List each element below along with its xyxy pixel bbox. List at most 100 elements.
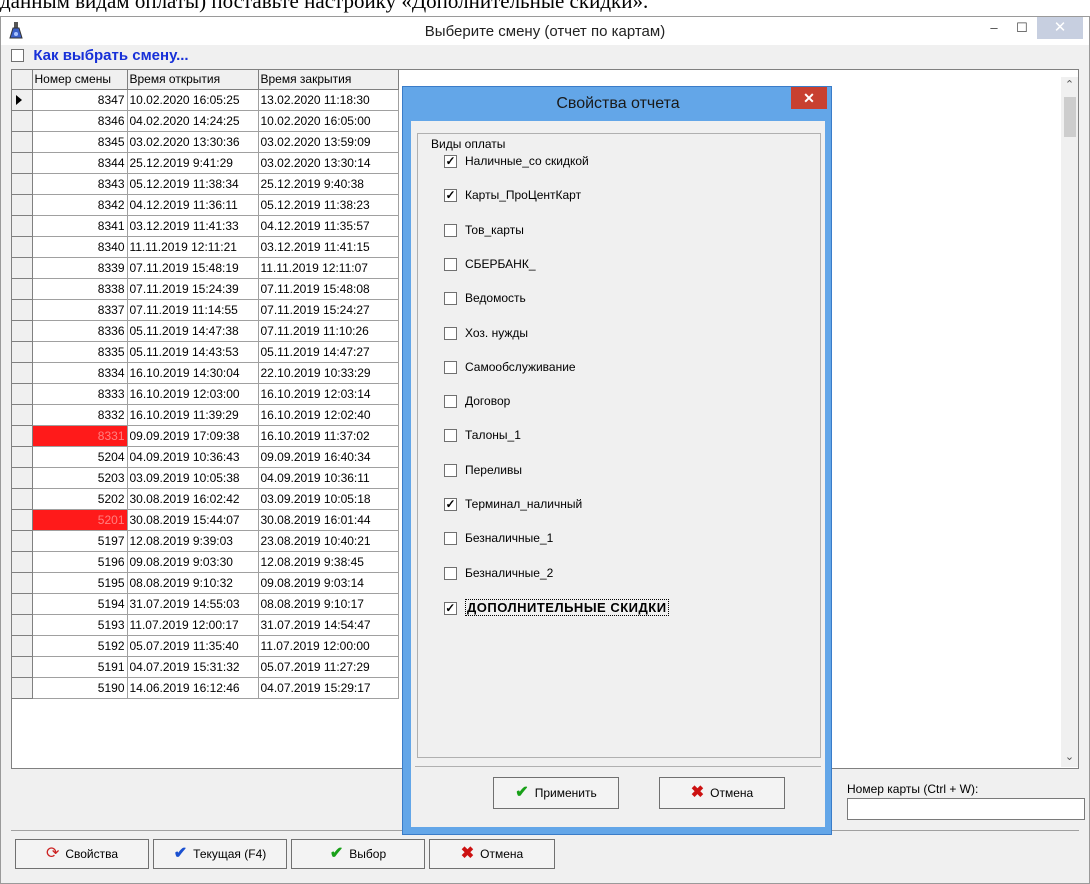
close-time-cell[interactable]: 25.12.2019 9:40:38 — [258, 173, 399, 195]
dialog-cancel-button[interactable]: ✖ Отмена — [659, 777, 785, 809]
shift-number-cell[interactable]: 5195 — [32, 572, 128, 594]
close-time-cell[interactable]: 09.08.2019 9:03:14 — [258, 572, 399, 594]
open-time-cell[interactable]: 03.12.2019 11:41:33 — [127, 215, 259, 237]
open-time-cell[interactable]: 16.10.2019 12:03:00 — [127, 383, 259, 405]
row-indicator[interactable] — [12, 488, 33, 510]
open-time-cell[interactable]: 07.11.2019 11:14:55 — [127, 299, 259, 321]
open-time-cell[interactable]: 31.07.2019 14:55:03 — [127, 593, 259, 615]
close-time-cell[interactable]: 04.09.2019 10:36:11 — [258, 467, 399, 489]
open-time-cell[interactable]: 04.09.2019 10:36:43 — [127, 446, 259, 468]
open-time-cell[interactable]: 09.08.2019 9:03:30 — [127, 551, 259, 573]
close-time-cell[interactable]: 07.11.2019 15:24:27 — [258, 299, 399, 321]
row-indicator[interactable] — [12, 89, 33, 111]
table-row[interactable]: 5192 05.07.2019 11:35:40 11.07.2019 12:00:… — [12, 635, 399, 657]
payment-type-option[interactable]: Самообслуживание — [444, 360, 576, 375]
table-row[interactable]: 5195 08.08.2019 9:10:32 09.08.2019 9:03:14 — [12, 572, 399, 594]
help-link[interactable]: Как выбрать смену... — [33, 47, 188, 64]
row-indicator[interactable] — [12, 467, 33, 489]
open-time-cell[interactable]: 16.10.2019 14:30:04 — [127, 362, 259, 384]
payment-type-option[interactable]: ✓ Терминал_наличный — [444, 497, 582, 512]
open-time-cell[interactable]: 30.08.2019 16:02:42 — [127, 488, 259, 510]
shift-number-cell[interactable]: 8336 — [32, 320, 128, 342]
scroll-down-arrow-icon[interactable]: ⌄ — [1061, 749, 1078, 766]
row-indicator[interactable] — [12, 320, 33, 342]
row-indicator[interactable] — [12, 551, 33, 573]
open-time-cell[interactable]: 05.12.2019 11:38:34 — [127, 173, 259, 195]
shift-number-cell[interactable]: 5204 — [32, 446, 128, 468]
payment-type-option[interactable]: Безналичные_2 — [444, 566, 553, 581]
payment-type-checkbox[interactable] — [444, 429, 457, 443]
open-time-cell[interactable]: 03.09.2019 10:05:38 — [127, 467, 259, 489]
table-row[interactable]: 5193 11.07.2019 12:00:17 31.07.2019 14:54:… — [12, 614, 399, 636]
table-row[interactable]: 5201 30.08.2019 15:44:07 30.08.2019 16:01:… — [12, 509, 399, 531]
properties-button[interactable]: ⟳ Свойства — [15, 839, 149, 869]
row-indicator[interactable] — [12, 194, 33, 216]
table-row[interactable]: 5196 09.08.2019 9:03:30 12.08.2019 9:38:45 — [12, 551, 399, 573]
open-time-cell[interactable]: 03.02.2020 13:30:36 — [127, 131, 259, 153]
row-indicator[interactable] — [12, 362, 33, 384]
payment-type-checkbox[interactable] — [444, 567, 457, 581]
row-indicator[interactable] — [12, 173, 33, 195]
apply-button[interactable]: ✔ Применить — [493, 777, 619, 809]
row-indicator[interactable] — [12, 635, 33, 657]
shift-number-cell[interactable]: 5202 — [32, 488, 128, 510]
open-time-cell[interactable]: 05.07.2019 11:35:40 — [127, 635, 259, 657]
shift-number-cell[interactable]: 8333 — [32, 383, 128, 405]
open-time-cell[interactable]: 12.08.2019 9:39:03 — [127, 530, 259, 552]
payment-type-checkbox[interactable] — [444, 327, 457, 341]
close-time-cell[interactable]: 04.07.2019 15:29:17 — [258, 677, 399, 699]
dialog-close-button[interactable]: ✕ — [791, 87, 827, 109]
table-row[interactable]: 8339 07.11.2019 15:48:19 11.11.2019 12:11:… — [12, 257, 399, 279]
close-time-cell[interactable]: 09.09.2019 16:40:34 — [258, 446, 399, 468]
grid-scrollbar[interactable]: ⌃ ⌄ — [1061, 77, 1078, 767]
shift-number-cell[interactable]: 8344 — [32, 152, 128, 174]
scroll-up-arrow-icon[interactable]: ⌃ — [1061, 77, 1078, 94]
payment-type-checkbox[interactable] — [444, 361, 457, 375]
shift-number-cell[interactable]: 8337 — [32, 299, 128, 321]
open-time-cell[interactable]: 07.11.2019 15:24:39 — [127, 278, 259, 300]
table-row[interactable]: 8336 05.11.2019 14:47:38 07.11.2019 11:10:… — [12, 320, 399, 342]
shift-number-cell[interactable]: 5197 — [32, 530, 128, 552]
table-row[interactable]: 5197 12.08.2019 9:39:03 23.08.2019 10:40:2… — [12, 530, 399, 552]
shift-number-cell[interactable]: 8341 — [32, 215, 128, 237]
open-time-cell[interactable]: 04.02.2020 14:24:25 — [127, 110, 259, 132]
payment-type-option[interactable]: Безналичные_1 — [444, 531, 553, 546]
close-time-cell[interactable]: 13.02.2020 11:18:30 — [258, 89, 399, 111]
table-row[interactable]: 8344 25.12.2019 9:41:29 03.02.2020 13:30:1… — [12, 152, 399, 174]
shift-number-cell[interactable]: 8346 — [32, 110, 128, 132]
row-indicator[interactable] — [12, 215, 33, 237]
table-row[interactable]: 8332 16.10.2019 11:39:29 16.10.2019 12:02:… — [12, 404, 399, 426]
open-time-cell[interactable]: 08.08.2019 9:10:32 — [127, 572, 259, 594]
payment-type-option[interactable]: Талоны_1 — [444, 428, 521, 443]
row-indicator[interactable] — [12, 110, 33, 132]
shift-number-cell[interactable]: 5201 — [32, 509, 128, 531]
open-time-cell[interactable]: 16.10.2019 11:39:29 — [127, 404, 259, 426]
table-row[interactable]: 8341 03.12.2019 11:41:33 04.12.2019 11:35:… — [12, 215, 399, 237]
close-time-cell[interactable]: 05.12.2019 11:38:23 — [258, 194, 399, 216]
open-time-cell[interactable]: 11.07.2019 12:00:17 — [127, 614, 259, 636]
shift-number-cell[interactable]: 5194 — [32, 593, 128, 615]
table-row[interactable]: 8347 10.02.2020 16:05:25 13.02.2020 11:18:… — [12, 89, 399, 111]
open-time-cell[interactable]: 05.11.2019 14:43:53 — [127, 341, 259, 363]
close-time-cell[interactable]: 12.08.2019 9:38:45 — [258, 551, 399, 573]
table-row[interactable]: 8334 16.10.2019 14:30:04 22.10.2019 10:33:… — [12, 362, 399, 384]
payment-type-checkbox[interactable]: ✓ — [444, 155, 457, 169]
row-indicator[interactable] — [12, 656, 33, 678]
table-row[interactable]: 8342 04.12.2019 11:36:11 05.12.2019 11:38:… — [12, 194, 399, 216]
payment-type-checkbox[interactable] — [444, 292, 457, 306]
table-row[interactable]: 5194 31.07.2019 14:55:03 08.08.2019 9:10:1… — [12, 593, 399, 615]
row-indicator[interactable] — [12, 404, 33, 426]
current-shift-button[interactable]: ✔ Текущая (F4) — [153, 839, 287, 869]
open-time-cell[interactable]: 05.11.2019 14:47:38 — [127, 320, 259, 342]
table-row[interactable]: 8333 16.10.2019 12:03:00 16.10.2019 12:03:… — [12, 383, 399, 405]
payment-type-checkbox[interactable] — [444, 258, 457, 272]
table-row[interactable]: 5191 04.07.2019 15:31:32 05.07.2019 11:27:… — [12, 656, 399, 678]
table-row[interactable]: 8343 05.12.2019 11:38:34 25.12.2019 9:40:3… — [12, 173, 399, 195]
shift-number-cell[interactable]: 8338 — [32, 278, 128, 300]
payment-type-option[interactable]: ✓ Карты_ПроЦентКарт — [444, 188, 581, 203]
card-number-input[interactable] — [847, 798, 1085, 820]
close-time-cell[interactable]: 03.09.2019 10:05:18 — [258, 488, 399, 510]
payment-type-checkbox[interactable] — [444, 395, 457, 409]
open-time-cell[interactable]: 09.09.2019 17:09:38 — [127, 425, 259, 447]
payment-type-option[interactable]: ✓ Наличные_со скидкой — [444, 154, 589, 169]
